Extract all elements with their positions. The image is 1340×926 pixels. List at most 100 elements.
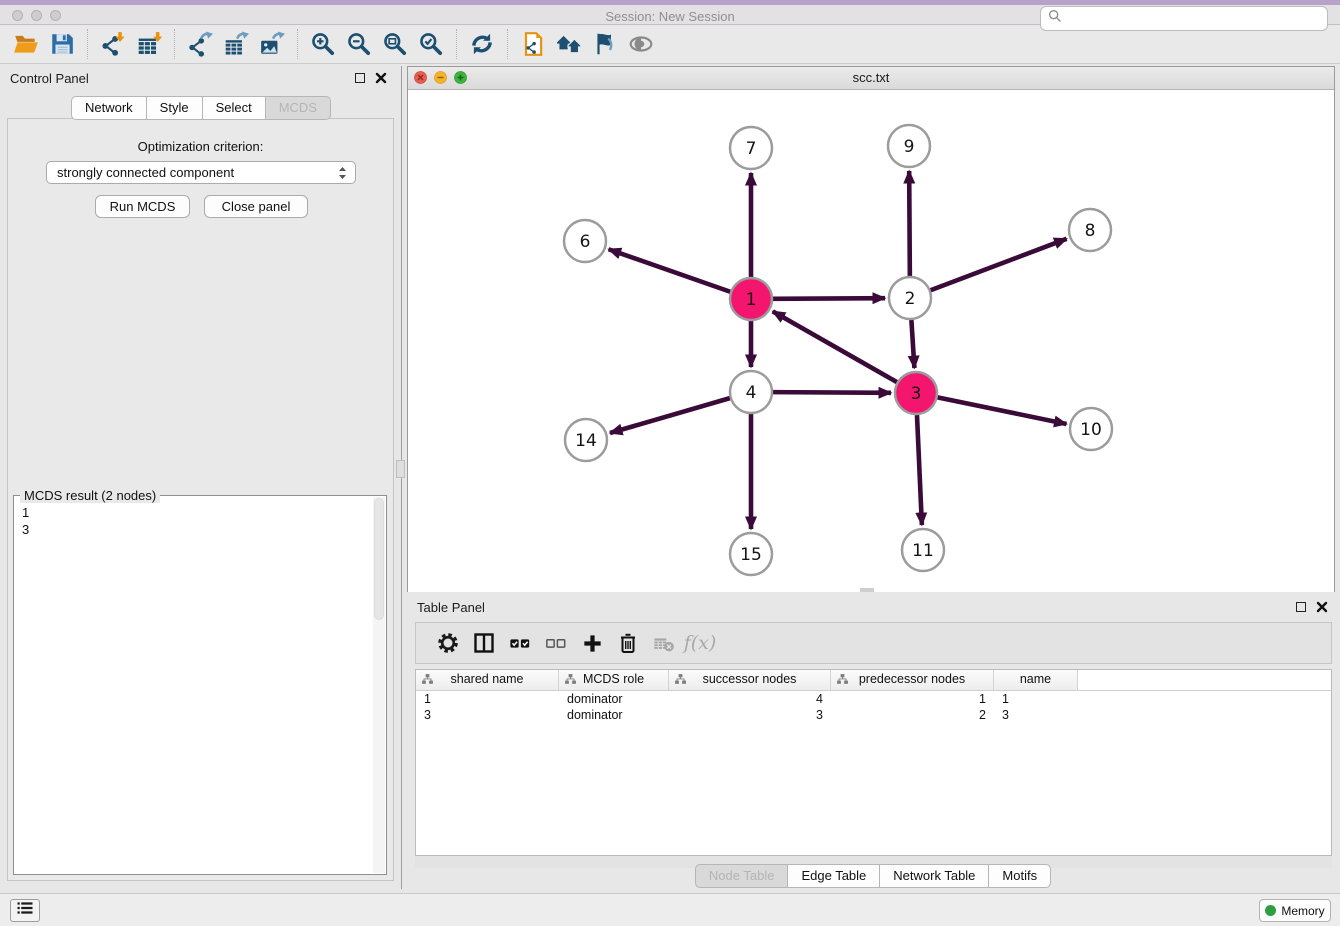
edge-4-14[interactable] <box>610 398 730 433</box>
network-window-titlebar[interactable]: scc.txt <box>408 67 1334 90</box>
edge-1-2[interactable] <box>773 298 885 299</box>
table-panel: Table Panel f(x) shared nameMCDS rolesuc… <box>407 595 1340 891</box>
graph-node-7[interactable]: 7 <box>730 127 772 169</box>
add-column-icon[interactable] <box>574 628 610 658</box>
zoom-in-icon[interactable] <box>305 28 341 60</box>
edge-2-9[interactable] <box>909 171 910 276</box>
zoom-selected-icon[interactable] <box>413 28 449 60</box>
table-cell[interactable]: 1 <box>416 691 559 707</box>
tab-network-table[interactable]: Network Table <box>879 864 989 888</box>
search-input[interactable] <box>1063 10 1327 27</box>
table-body: 1dominator4113dominator323 <box>416 691 1331 723</box>
task-history-button[interactable] <box>10 899 40 922</box>
run-mcds-button[interactable]: Run MCDS <box>95 195 190 218</box>
column-header-MCDS-role[interactable]: MCDS role <box>559 670 669 690</box>
float-panel-icon[interactable] <box>355 73 365 83</box>
table-float-panel-icon[interactable] <box>1296 602 1306 612</box>
graph-node-11[interactable]: 11 <box>902 529 944 571</box>
import-table-icon[interactable] <box>131 28 167 60</box>
table-cell[interactable]: 1 <box>831 691 994 707</box>
save-session-icon[interactable] <box>44 28 80 60</box>
edge-2-3[interactable] <box>911 320 914 368</box>
memory-status-icon <box>1265 905 1276 916</box>
graph-node-3[interactable]: 3 <box>895 372 937 414</box>
column-header-label: name <box>1020 672 1051 686</box>
network-graph[interactable]: 7 9 6 8 1 2 4 3 14 10 15 11 <box>408 90 1334 592</box>
edge-4-3[interactable] <box>773 392 891 393</box>
svg-text:11: 11 <box>912 541 934 561</box>
result-item[interactable]: 3 <box>22 521 372 538</box>
graph-node-10[interactable]: 10 <box>1070 408 1112 450</box>
column-header-predecessor-nodes[interactable]: predecessor nodes <box>831 670 994 690</box>
graph-node-8[interactable]: 8 <box>1069 209 1111 251</box>
table-row[interactable]: 1dominator411 <box>416 691 1331 707</box>
table-cell[interactable]: 3 <box>669 707 831 723</box>
select-all-columns-icon[interactable] <box>502 628 538 658</box>
zoom-out-icon[interactable] <box>341 28 377 60</box>
graph-node-1[interactable]: 1 <box>730 278 772 320</box>
cybrowser-icon[interactable] <box>587 28 623 60</box>
tab-network[interactable]: Network <box>71 96 147 120</box>
network-canvas[interactable]: 7 9 6 8 1 2 4 3 14 10 15 11 <box>408 90 1334 592</box>
graph-node-9[interactable]: 9 <box>888 125 930 167</box>
tab-motifs[interactable]: Motifs <box>988 864 1051 888</box>
apply-layout-icon[interactable] <box>464 28 500 60</box>
tab-mcds[interactable]: MCDS <box>265 96 331 120</box>
table-options-icon[interactable] <box>430 628 466 658</box>
svg-text:14: 14 <box>575 431 597 451</box>
search-box[interactable] <box>1040 6 1328 31</box>
open-session-icon[interactable] <box>8 28 44 60</box>
graph-node-2[interactable]: 2 <box>889 277 931 319</box>
tab-node-table[interactable]: Node Table <box>695 864 789 888</box>
graph-node-4[interactable]: 4 <box>730 371 772 413</box>
table-cell[interactable]: 3 <box>994 707 1078 723</box>
show-columns-icon[interactable] <box>466 628 502 658</box>
table-header-row: shared nameMCDS rolesuccessor nodesprede… <box>416 670 1331 691</box>
table-cell[interactable]: 1 <box>994 691 1078 707</box>
column-header-name[interactable]: name <box>994 670 1078 690</box>
graph-node-15[interactable]: 15 <box>730 533 772 575</box>
edge-2-8[interactable] <box>931 239 1067 290</box>
table-cell[interactable]: 4 <box>669 691 831 707</box>
table-cell[interactable]: dominator <box>559 707 669 723</box>
table-row[interactable]: 3dominator323 <box>416 707 1331 723</box>
tab-edge-table[interactable]: Edge Table <box>787 864 880 888</box>
import-network-icon[interactable] <box>95 28 131 60</box>
table-cell[interactable]: 3 <box>416 707 559 723</box>
close-panel-button[interactable]: Close panel <box>204 195 308 218</box>
memory-button[interactable]: Memory <box>1259 899 1331 922</box>
result-scrollbar[interactable] <box>373 497 385 873</box>
fit-content-icon[interactable] <box>377 28 413 60</box>
clone-network-icon[interactable] <box>515 28 551 60</box>
mcds-panel: Optimization criterion: strongly connect… <box>7 118 394 881</box>
control-panel-tabs: NetworkStyleSelectMCDS <box>0 96 403 120</box>
close-panel-icon[interactable] <box>375 71 387 83</box>
export-table-icon[interactable] <box>218 28 254 60</box>
tab-style[interactable]: Style <box>146 96 203 120</box>
edge-3-1[interactable] <box>773 311 897 382</box>
table-cell[interactable]: 2 <box>831 707 994 723</box>
tab-select[interactable]: Select <box>202 96 266 120</box>
unselect-all-columns-icon[interactable] <box>538 628 574 658</box>
delete-column-icon[interactable] <box>610 628 646 658</box>
edge-3-10[interactable] <box>938 397 1067 424</box>
edge-3-11[interactable] <box>917 415 922 525</box>
toolbar-separator <box>297 29 298 59</box>
table-cell[interactable]: dominator <box>559 691 669 707</box>
network-window-grip[interactable] <box>860 588 874 592</box>
table-toolbar: f(x) <box>415 622 1332 664</box>
cyndex-icon[interactable] <box>551 28 587 60</box>
result-item[interactable]: 1 <box>22 504 372 521</box>
control-panel: Control Panel NetworkStyleSelectMCDS Opt… <box>0 66 403 889</box>
column-header-successor-nodes[interactable]: successor nodes <box>669 670 831 690</box>
export-image-icon[interactable] <box>254 28 290 60</box>
graph-node-14[interactable]: 14 <box>565 419 607 461</box>
panel-divider-grip[interactable] <box>396 460 405 478</box>
table-close-panel-icon[interactable] <box>1316 600 1328 612</box>
level-of-detail-icon[interactable] <box>623 28 659 60</box>
criterion-select[interactable]: strongly connected component <box>46 161 356 184</box>
graph-node-6[interactable]: 6 <box>564 220 606 262</box>
column-header-shared-name[interactable]: shared name <box>416 670 559 690</box>
export-network-icon[interactable] <box>182 28 218 60</box>
edge-1-6[interactable] <box>609 249 731 291</box>
